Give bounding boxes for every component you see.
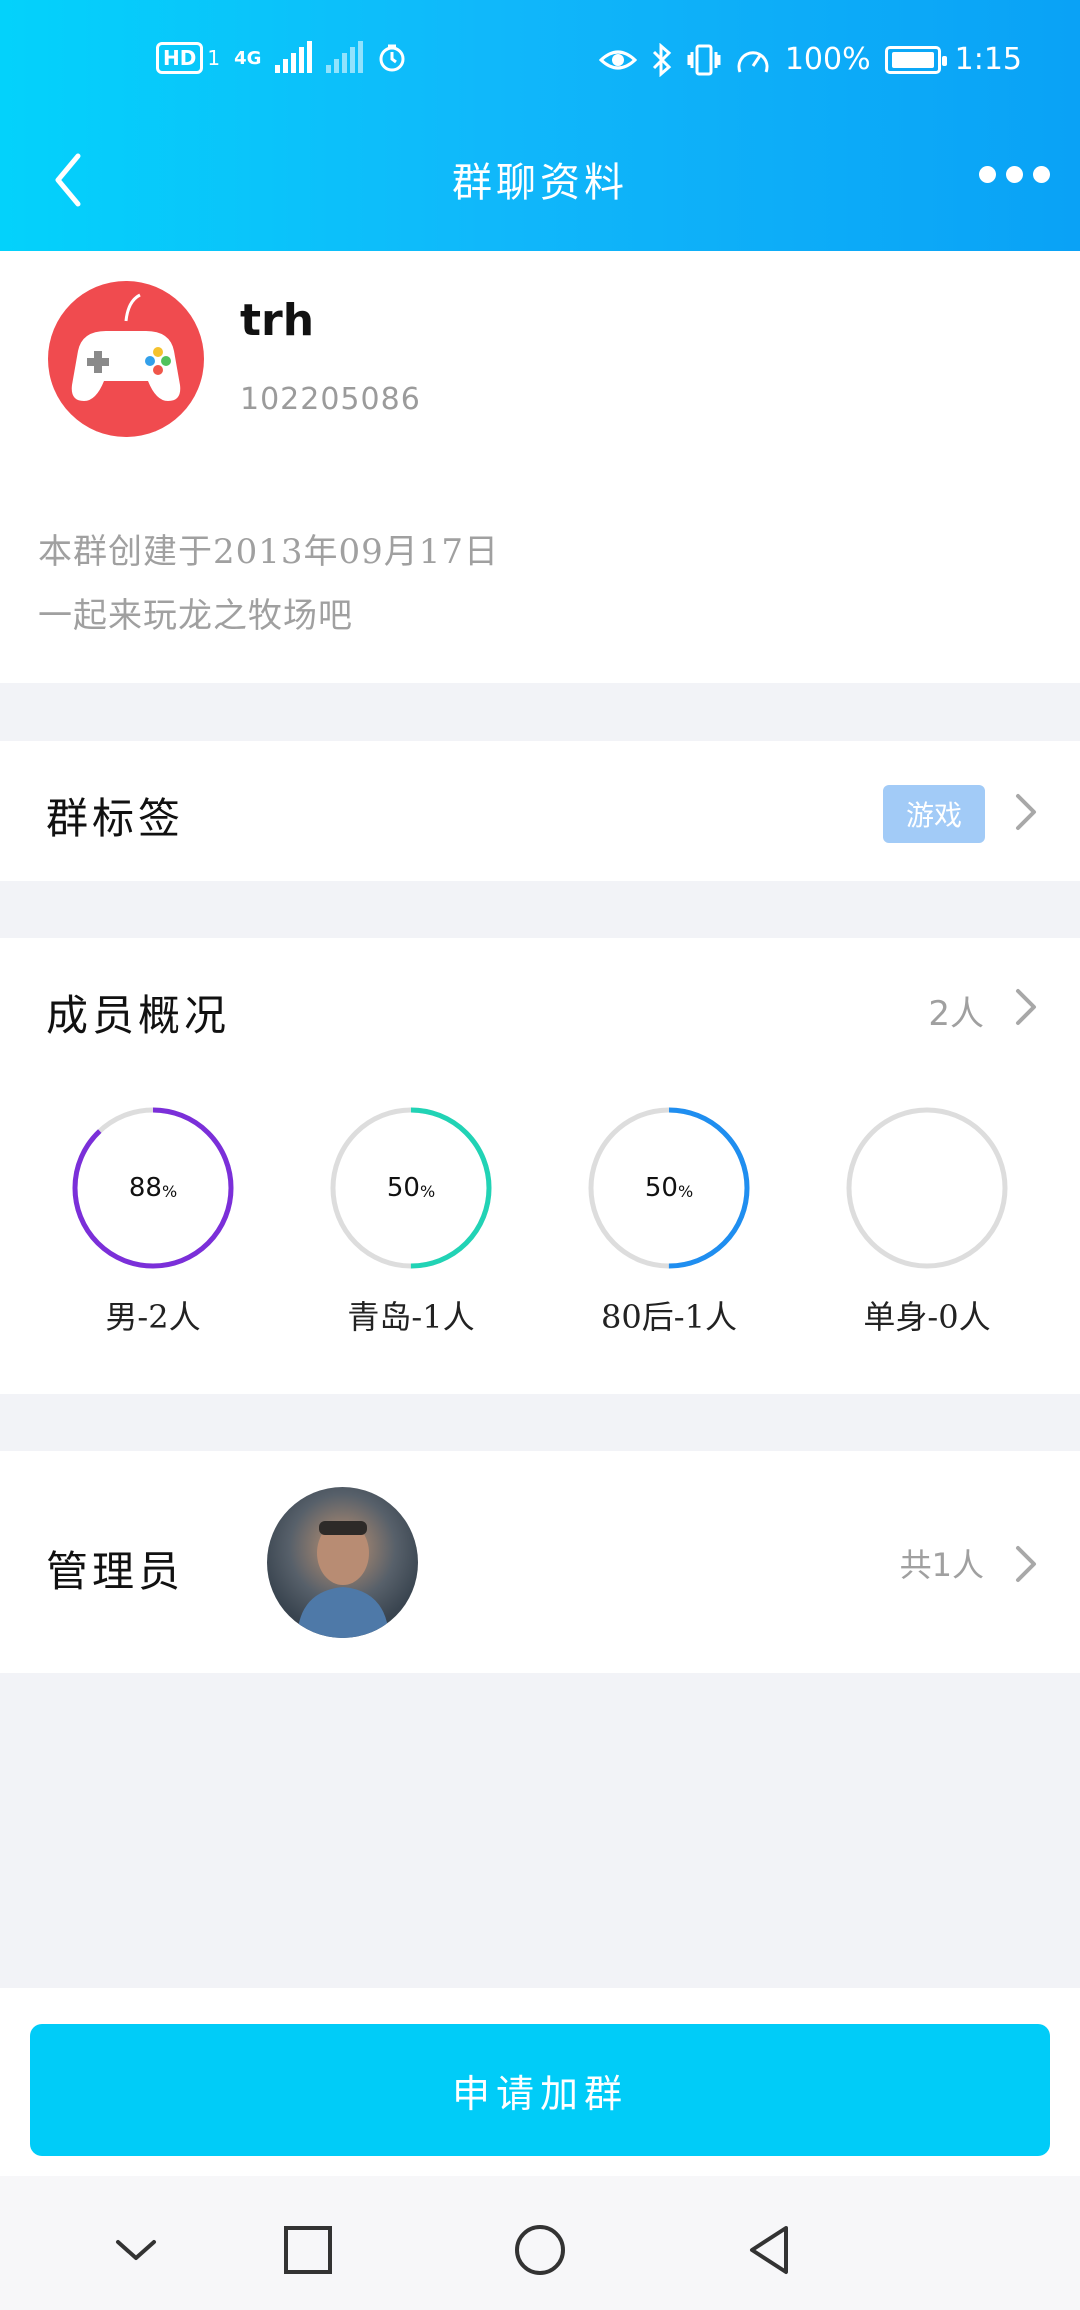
group-avatar[interactable]	[48, 281, 204, 437]
ring-percent: 50%	[644, 1173, 694, 1203]
battery-percent: 100%	[784, 42, 871, 77]
region-ring: 50%	[326, 1103, 496, 1273]
timer-icon	[379, 44, 405, 72]
person-photo-icon	[297, 1521, 389, 1638]
home-icon[interactable]	[512, 2222, 568, 2278]
chevron-right-icon[interactable]	[1014, 1544, 1038, 1584]
age-stat-label: 80后-1人	[601, 1298, 737, 1336]
bluetooth-icon	[652, 42, 672, 77]
age-ring: 50%	[584, 1103, 754, 1273]
chevron-right-icon[interactable]	[1014, 792, 1038, 832]
gender-stat-label: 男-2人	[105, 1298, 201, 1336]
group-intro: 一起来玩龙之牧场吧	[38, 596, 353, 636]
chevron-right-icon[interactable]	[1014, 987, 1038, 1027]
signal-icon	[326, 41, 364, 73]
group-tags-label: 群标签	[46, 794, 185, 843]
chevron-down-icon[interactable]	[108, 2222, 164, 2278]
more-options-icon[interactable]	[979, 166, 1050, 183]
status-bar: HD 1 4G 100% 1:15	[0, 0, 1080, 124]
recent-apps-icon[interactable]	[280, 2222, 336, 2278]
speed-icon	[737, 50, 769, 73]
members-overview-label: 成员概况	[46, 991, 231, 1040]
ring-percent: 50%	[386, 1173, 436, 1203]
region-stat-label: 青岛-1人	[347, 1298, 475, 1336]
clock-time: 1:15	[954, 42, 1022, 77]
gamepad-icon	[71, 293, 181, 401]
member-count: 2人	[928, 994, 984, 1034]
ring-percent: 88%	[128, 1173, 178, 1203]
network-label: 4G	[234, 47, 262, 69]
battery-icon	[884, 45, 947, 74]
page-title: 群聊资料	[452, 160, 628, 206]
header-bar: HD 1 4G 100% 1:15 群聊资料	[0, 0, 1080, 251]
admins-label: 管理员	[46, 1547, 185, 1596]
vibrate-icon	[687, 44, 721, 75]
join-group-button[interactable]: 申请加群	[30, 2024, 1050, 2156]
group-created-date: 本群创建于2013年09月17日	[38, 532, 500, 572]
single-stat-label: 单身-0人	[863, 1298, 991, 1336]
group-description: 本群创建于2013年09月17日 一起来玩龙之牧场吧	[38, 520, 499, 648]
signal-icon	[275, 41, 313, 73]
single-ring	[842, 1103, 1012, 1273]
gender-ring: 88%	[68, 1103, 238, 1273]
admin-count: 共1人	[899, 1546, 984, 1584]
admin-avatar[interactable]	[267, 1487, 418, 1638]
sim-label: 1	[207, 46, 221, 70]
ring-percent	[842, 1103, 1012, 1273]
group-id: 102205086	[240, 382, 421, 417]
tag-chip[interactable]: 游戏	[883, 785, 985, 843]
group-name: trh	[240, 295, 315, 346]
hd-icon: HD	[156, 42, 204, 74]
eye-icon	[598, 50, 637, 69]
back-triangle-icon[interactable]	[742, 2222, 798, 2278]
